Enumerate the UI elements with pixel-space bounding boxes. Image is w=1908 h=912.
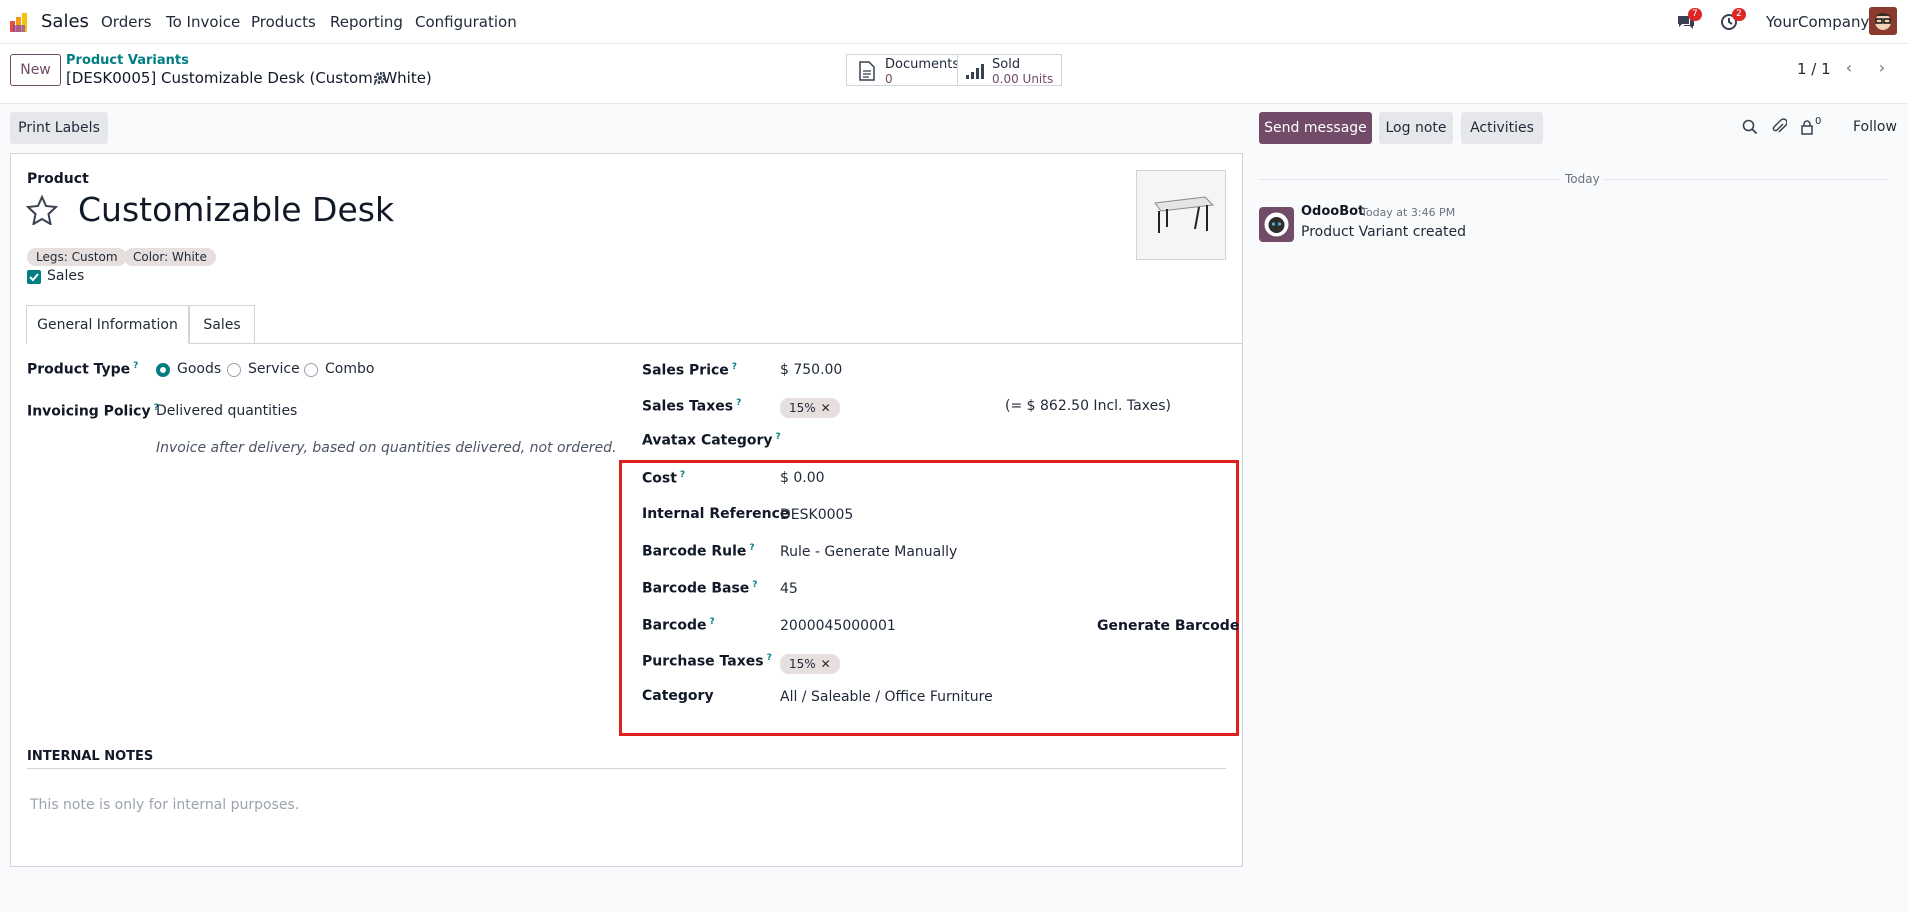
pager-value[interactable]: 1 / 1 bbox=[1797, 60, 1831, 78]
avatax-category-label: Avatax Category? bbox=[642, 432, 781, 449]
internal-notes-divider bbox=[27, 768, 1226, 769]
invoicing-policy-hint: Invoice after delivery, based on quantit… bbox=[156, 440, 617, 456]
company-switcher[interactable]: YourCompany bbox=[1766, 13, 1869, 31]
star-favorite-icon[interactable] bbox=[26, 195, 58, 225]
control-panel: New Product Variants [DESK0005] Customiz… bbox=[0, 44, 1908, 104]
radio-goods[interactable] bbox=[156, 363, 170, 377]
radio-service-label: Service bbox=[248, 361, 300, 377]
internal-reference-value[interactable]: DESK0005 bbox=[780, 507, 853, 523]
sales-taxes-tag[interactable]: 15% ✕ bbox=[780, 398, 840, 418]
category-label: Category bbox=[642, 688, 714, 704]
search-icon[interactable] bbox=[1742, 119, 1758, 135]
cost-label: Cost? bbox=[642, 470, 686, 487]
robot-icon bbox=[1264, 212, 1289, 237]
log-note-button[interactable]: Log note bbox=[1379, 112, 1453, 144]
followers-count: 0 bbox=[1815, 116, 1822, 127]
lock-followers-icon[interactable] bbox=[1800, 119, 1814, 135]
product-image[interactable] bbox=[1136, 170, 1226, 260]
documents-value: 0 bbox=[885, 72, 893, 86]
follow-button[interactable]: Follow bbox=[1853, 119, 1897, 135]
barcode-label: Barcode? bbox=[642, 617, 715, 634]
documents-label: Documents bbox=[885, 57, 960, 72]
message-body: Product Variant created bbox=[1301, 224, 1467, 240]
product-label: Product bbox=[27, 171, 89, 187]
barcode-value[interactable]: 2000045000001 bbox=[780, 618, 896, 634]
breadcrumb-product-variants[interactable]: Product Variants bbox=[66, 53, 189, 68]
menu-configuration[interactable]: Configuration bbox=[415, 13, 517, 31]
desk-image-icon bbox=[1154, 196, 1215, 233]
invoicing-policy-value[interactable]: Delivered quantities bbox=[156, 403, 297, 419]
top-navbar: Sales Orders To Invoice Products Reporti… bbox=[0, 0, 1908, 44]
gear-icon[interactable] bbox=[373, 71, 387, 85]
sales-taxes-included: (= $ 862.50 Incl. Taxes) bbox=[1005, 398, 1171, 414]
user-avatar[interactable] bbox=[1869, 7, 1897, 35]
sold-smart-button[interactable]: Sold 0.00 Units bbox=[957, 54, 1062, 86]
sales-price-label: Sales Price? bbox=[642, 362, 738, 379]
barcode-base-label: Barcode Base? bbox=[642, 580, 758, 597]
send-message-button[interactable]: Send message bbox=[1259, 112, 1372, 144]
menu-reporting[interactable]: Reporting bbox=[330, 13, 403, 31]
pager-next-button[interactable]: › bbox=[1868, 54, 1896, 82]
sales-app-icon[interactable] bbox=[9, 11, 31, 33]
sales-taxes-label: Sales Taxes? bbox=[642, 398, 742, 415]
signal-chart-icon bbox=[966, 64, 984, 79]
activities-badge: 2 bbox=[1732, 8, 1746, 21]
paperclip-icon[interactable] bbox=[1771, 118, 1787, 136]
menu-products[interactable]: Products bbox=[251, 13, 316, 31]
activities-button[interactable]: Activities bbox=[1461, 112, 1543, 144]
tab-sales[interactable]: Sales bbox=[189, 305, 255, 344]
check-icon bbox=[29, 273, 39, 282]
invoicing-policy-label: Invoicing Policy? bbox=[27, 403, 159, 420]
print-labels-button[interactable]: Print Labels bbox=[10, 112, 108, 144]
app-name[interactable]: Sales bbox=[41, 11, 89, 32]
message-author[interactable]: OdooBot bbox=[1301, 204, 1364, 219]
radio-combo-label: Combo bbox=[325, 361, 375, 377]
attribute-tag-color: Color: White bbox=[124, 248, 216, 266]
message-time: Today at 3:46 PM bbox=[1361, 206, 1456, 219]
product-name[interactable]: Customizable Desk bbox=[78, 190, 394, 229]
attribute-tag-legs: Legs: Custom bbox=[27, 248, 127, 266]
messages-icon[interactable]: 7 bbox=[1676, 8, 1702, 32]
remove-tag-icon[interactable]: ✕ bbox=[821, 401, 831, 415]
sales-checkbox[interactable] bbox=[27, 270, 41, 284]
menu-orders[interactable]: Orders bbox=[101, 13, 151, 31]
sold-value: 0.00 Units bbox=[992, 72, 1054, 86]
new-button[interactable]: New bbox=[10, 54, 61, 86]
documents-smart-button[interactable]: Documents 0 bbox=[846, 54, 960, 86]
chatter-date-label: Today bbox=[1561, 172, 1604, 186]
internal-notes-title: INTERNAL NOTES bbox=[27, 749, 154, 764]
cost-value[interactable]: $ 0.00 bbox=[780, 470, 825, 486]
purchase-taxes-tag[interactable]: 15% ✕ bbox=[780, 654, 840, 674]
radio-service[interactable] bbox=[227, 363, 241, 377]
odoobot-avatar bbox=[1259, 207, 1294, 242]
remove-tag-icon[interactable]: ✕ bbox=[821, 657, 831, 671]
barcode-rule-value[interactable]: Rule - Generate Manually bbox=[780, 544, 957, 560]
pager-previous-button[interactable]: ‹ bbox=[1835, 54, 1863, 82]
barcode-rule-label: Barcode Rule? bbox=[642, 543, 755, 560]
sold-label: Sold bbox=[992, 57, 1021, 72]
sales-checkbox-label: Sales bbox=[47, 268, 85, 284]
radio-goods-label: Goods bbox=[177, 361, 222, 377]
sales-price-value[interactable]: $ 750.00 bbox=[780, 362, 842, 378]
internal-reference-label: Internal Reference bbox=[642, 506, 790, 522]
tab-general-information[interactable]: General Information bbox=[26, 305, 189, 344]
internal-notes-input[interactable]: This note is only for internal purposes. bbox=[30, 797, 299, 813]
notebook-tabs: General Information Sales bbox=[26, 305, 1242, 344]
radio-combo[interactable] bbox=[304, 363, 318, 377]
document-icon bbox=[859, 61, 875, 81]
category-value[interactable]: All / Saleable / Office Furniture bbox=[780, 689, 993, 705]
product-type-label: Product Type? bbox=[27, 361, 139, 378]
purchase-taxes-label: Purchase Taxes? bbox=[642, 653, 772, 670]
messages-badge: 7 bbox=[1688, 8, 1702, 21]
barcode-base-value[interactable]: 45 bbox=[780, 581, 798, 597]
generate-barcode-button[interactable]: Generate Barcode bbox=[1097, 618, 1239, 634]
menu-to-invoice[interactable]: To Invoice bbox=[166, 13, 240, 31]
activities-clock-icon[interactable]: 2 bbox=[1720, 8, 1746, 32]
